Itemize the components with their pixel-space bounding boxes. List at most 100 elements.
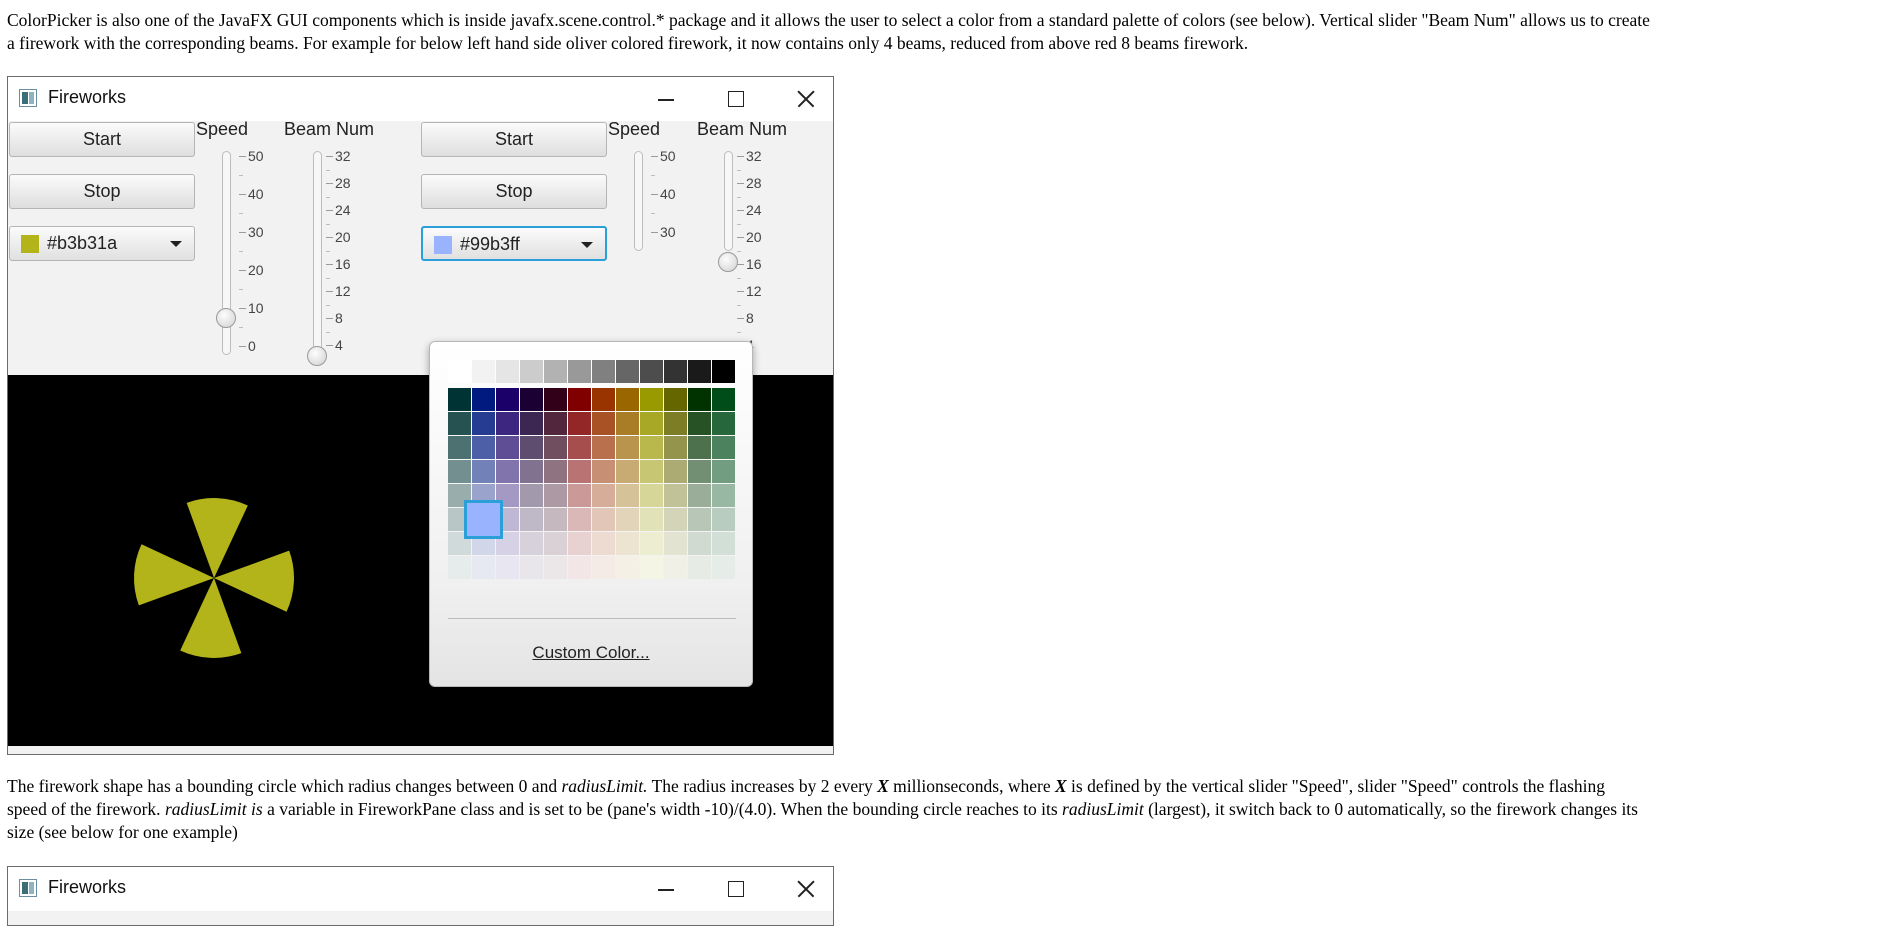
palette-swatch[interactable] bbox=[472, 436, 495, 459]
palette-swatch[interactable] bbox=[568, 556, 591, 579]
color-picker-right[interactable]: #99b3ff bbox=[421, 226, 607, 261]
palette-swatch[interactable] bbox=[544, 460, 567, 483]
title-bar[interactable]: Fireworks bbox=[8, 867, 833, 911]
palette-swatch[interactable] bbox=[448, 360, 471, 383]
palette-swatch[interactable] bbox=[640, 556, 663, 579]
palette-swatch[interactable] bbox=[520, 460, 543, 483]
palette-swatch[interactable] bbox=[640, 360, 663, 383]
palette-swatch[interactable] bbox=[592, 484, 615, 507]
palette-swatch[interactable] bbox=[496, 388, 519, 411]
palette-swatch[interactable] bbox=[640, 436, 663, 459]
stop-button-right[interactable]: Stop bbox=[421, 174, 607, 209]
palette-swatch[interactable] bbox=[520, 436, 543, 459]
palette-swatch[interactable] bbox=[640, 412, 663, 435]
palette-swatch[interactable] bbox=[544, 360, 567, 383]
palette-swatch[interactable] bbox=[568, 508, 591, 531]
palette-swatch[interactable] bbox=[544, 508, 567, 531]
palette-swatch[interactable] bbox=[616, 484, 639, 507]
palette-swatch[interactable] bbox=[640, 460, 663, 483]
stop-button-left[interactable]: Stop bbox=[9, 174, 195, 209]
slider-thumb[interactable] bbox=[307, 346, 327, 366]
close-icon[interactable] bbox=[781, 81, 827, 117]
palette-swatch[interactable] bbox=[688, 436, 711, 459]
palette-swatch[interactable] bbox=[448, 412, 471, 435]
palette-swatch[interactable] bbox=[616, 388, 639, 411]
palette-swatch[interactable] bbox=[448, 436, 471, 459]
title-bar[interactable]: Fireworks bbox=[8, 77, 833, 121]
palette-swatch[interactable] bbox=[616, 460, 639, 483]
palette-swatch[interactable] bbox=[616, 508, 639, 531]
maximize-icon[interactable] bbox=[712, 871, 758, 907]
palette-swatch[interactable] bbox=[520, 360, 543, 383]
palette-swatch[interactable] bbox=[520, 412, 543, 435]
palette-swatch[interactable] bbox=[520, 556, 543, 579]
palette-selected-swatch[interactable] bbox=[464, 500, 503, 539]
palette-swatch[interactable] bbox=[472, 388, 495, 411]
palette-swatch[interactable] bbox=[712, 508, 735, 531]
palette-swatch[interactable] bbox=[568, 484, 591, 507]
palette-swatch[interactable] bbox=[448, 388, 471, 411]
palette-swatch[interactable] bbox=[640, 484, 663, 507]
palette-swatch[interactable] bbox=[520, 484, 543, 507]
palette-swatch[interactable] bbox=[472, 412, 495, 435]
palette-swatch[interactable] bbox=[688, 460, 711, 483]
palette-swatch[interactable] bbox=[712, 532, 735, 555]
palette-swatch[interactable] bbox=[592, 360, 615, 383]
palette-swatch[interactable] bbox=[520, 508, 543, 531]
palette-swatch[interactable] bbox=[544, 532, 567, 555]
palette-swatch[interactable] bbox=[616, 436, 639, 459]
palette-swatch[interactable] bbox=[688, 532, 711, 555]
palette-swatch[interactable] bbox=[688, 412, 711, 435]
palette-swatch[interactable] bbox=[688, 388, 711, 411]
palette-swatch[interactable] bbox=[568, 460, 591, 483]
palette-swatch[interactable] bbox=[592, 436, 615, 459]
palette-swatch[interactable] bbox=[496, 436, 519, 459]
palette-swatch[interactable] bbox=[472, 556, 495, 579]
palette-swatch[interactable] bbox=[664, 532, 687, 555]
palette-swatch[interactable] bbox=[472, 360, 495, 383]
close-icon[interactable] bbox=[781, 871, 827, 907]
palette-swatch[interactable] bbox=[640, 508, 663, 531]
start-button-left[interactable]: Start bbox=[9, 122, 195, 157]
palette-swatch[interactable] bbox=[496, 556, 519, 579]
palette-swatch[interactable] bbox=[712, 556, 735, 579]
palette-swatch[interactable] bbox=[544, 484, 567, 507]
palette-swatch[interactable] bbox=[544, 436, 567, 459]
palette-swatch[interactable] bbox=[616, 360, 639, 383]
palette-swatch[interactable] bbox=[592, 460, 615, 483]
palette-swatch[interactable] bbox=[712, 412, 735, 435]
palette-swatch[interactable] bbox=[592, 532, 615, 555]
palette-swatch[interactable] bbox=[568, 388, 591, 411]
maximize-icon[interactable] bbox=[712, 81, 758, 117]
palette-swatch[interactable] bbox=[568, 360, 591, 383]
palette-swatch[interactable] bbox=[664, 484, 687, 507]
start-button-right[interactable]: Start bbox=[421, 122, 607, 157]
palette-swatch[interactable] bbox=[592, 388, 615, 411]
palette-swatch[interactable] bbox=[712, 360, 735, 383]
palette-swatch[interactable] bbox=[664, 556, 687, 579]
minimize-icon[interactable] bbox=[642, 81, 688, 117]
palette-swatch[interactable] bbox=[592, 556, 615, 579]
palette-swatch[interactable] bbox=[568, 412, 591, 435]
palette-swatch[interactable] bbox=[712, 460, 735, 483]
palette-swatch[interactable] bbox=[664, 360, 687, 383]
palette-swatch[interactable] bbox=[688, 360, 711, 383]
palette-swatch[interactable] bbox=[664, 460, 687, 483]
palette-swatch[interactable] bbox=[592, 412, 615, 435]
palette-swatch[interactable] bbox=[568, 532, 591, 555]
palette-swatch[interactable] bbox=[544, 556, 567, 579]
palette-swatch[interactable] bbox=[496, 412, 519, 435]
palette-swatch[interactable] bbox=[688, 556, 711, 579]
palette-swatch[interactable] bbox=[688, 484, 711, 507]
slider-thumb[interactable] bbox=[718, 252, 738, 272]
palette-swatch[interactable] bbox=[544, 388, 567, 411]
palette-swatch[interactable] bbox=[544, 412, 567, 435]
palette-swatch[interactable] bbox=[496, 460, 519, 483]
palette-swatch[interactable] bbox=[664, 388, 687, 411]
palette-swatch[interactable] bbox=[616, 532, 639, 555]
palette-swatch[interactable] bbox=[688, 508, 711, 531]
palette-swatch[interactable] bbox=[616, 556, 639, 579]
palette-swatch[interactable] bbox=[640, 532, 663, 555]
palette-swatch[interactable] bbox=[640, 388, 663, 411]
color-picker-left[interactable]: #b3b31a bbox=[9, 226, 195, 261]
